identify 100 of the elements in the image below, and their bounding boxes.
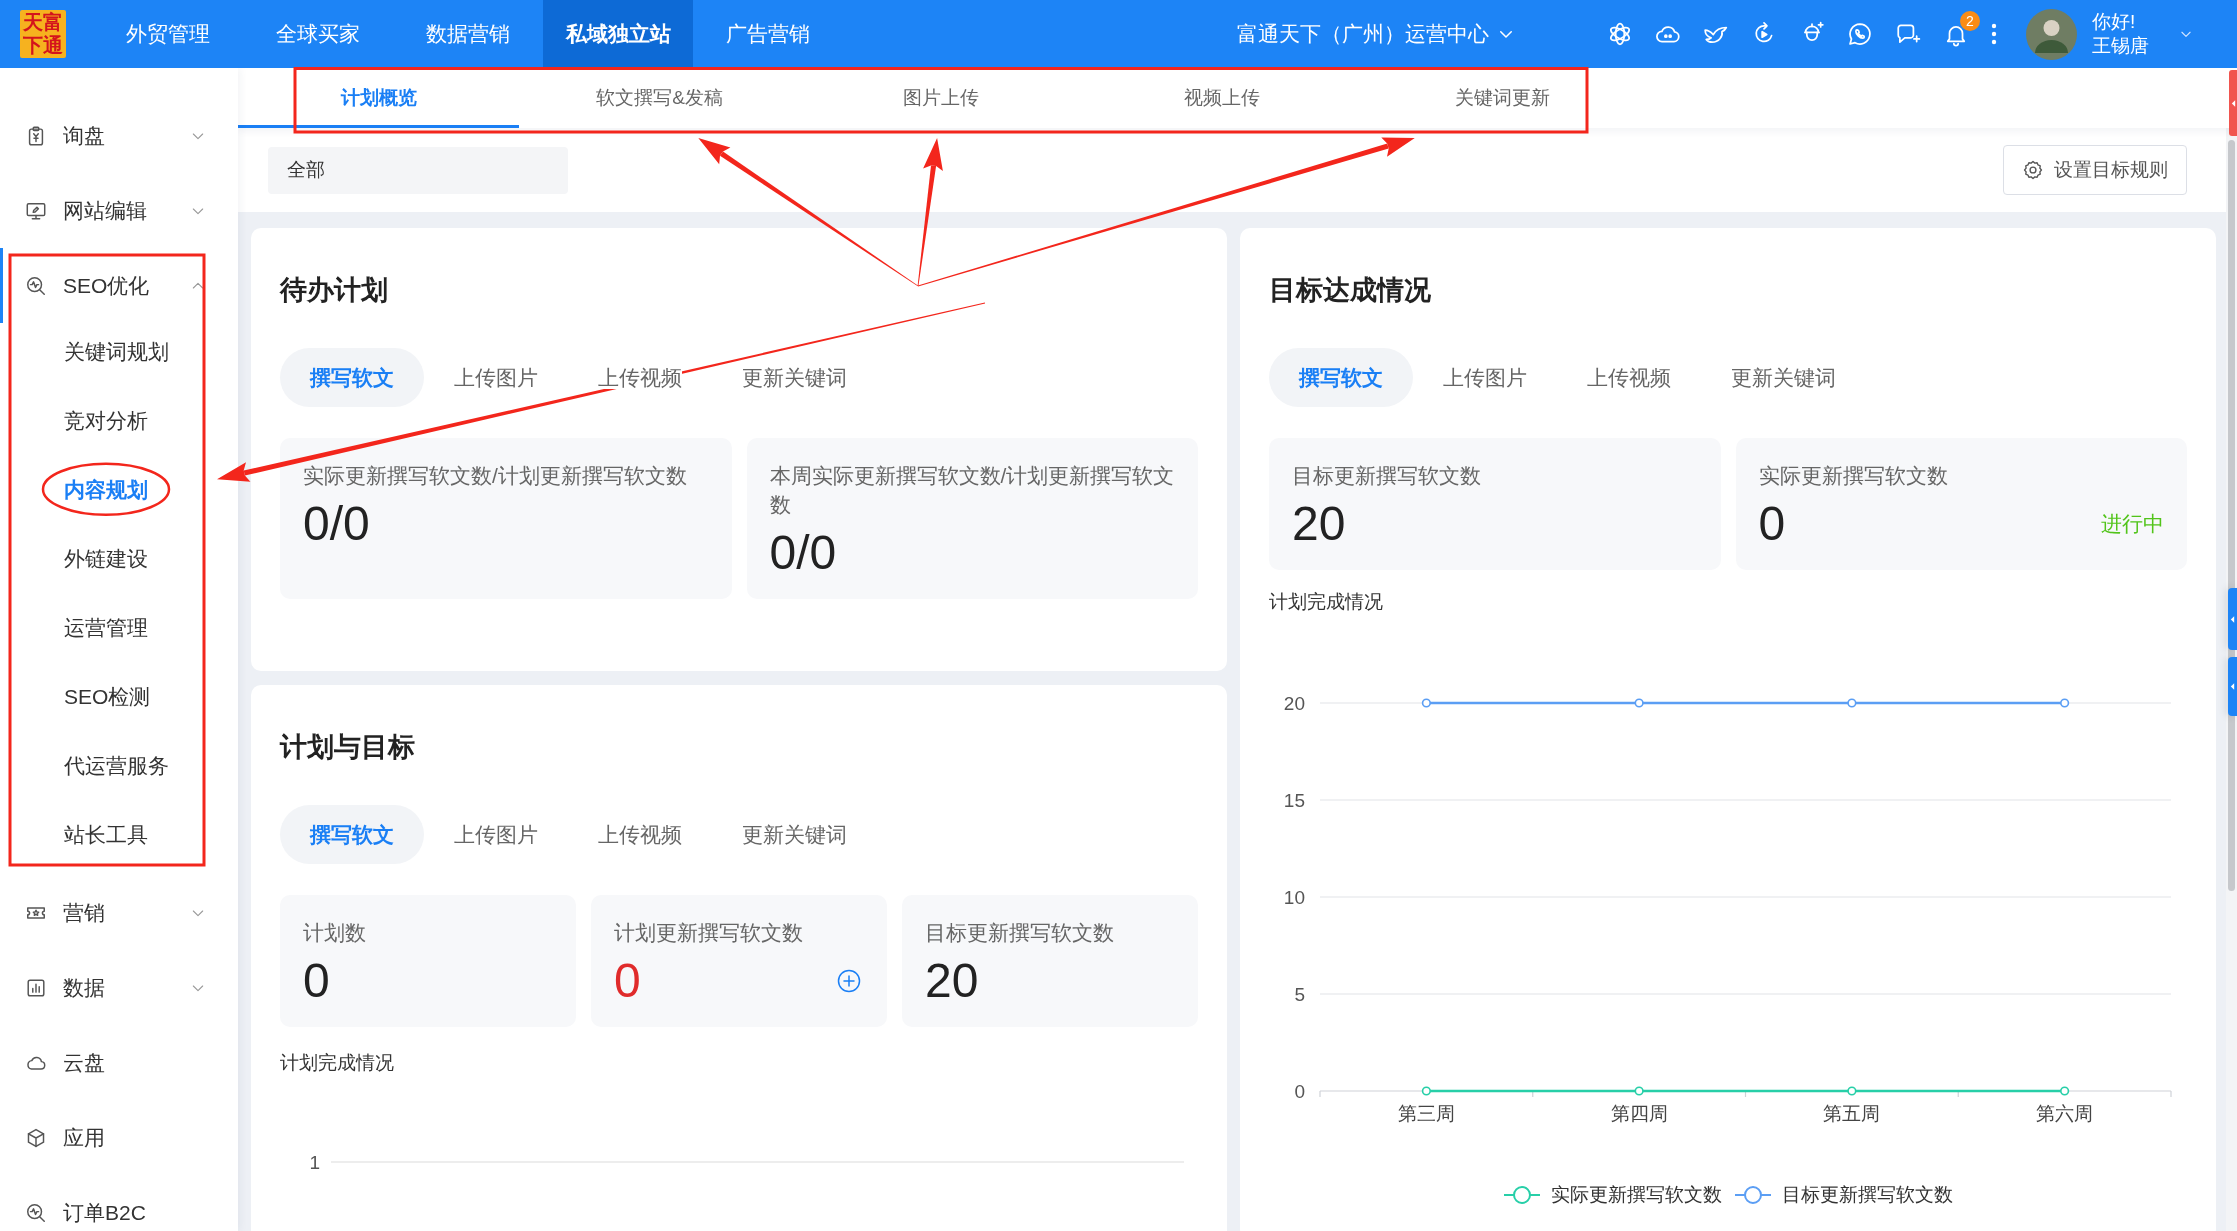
settings-icon [2022, 159, 2044, 181]
stat-value: 0 [303, 954, 330, 1008]
axis-label: 20 [1283, 692, 1305, 714]
category-tab[interactable]: 上传图片 [424, 805, 568, 864]
stat-value: 20 [925, 954, 979, 1008]
data-point [1847, 698, 1857, 708]
nav-menu-item[interactable]: 数据营销 [393, 0, 543, 68]
legend-item[interactable]: 目标更新撰写软文数 [1734, 1181, 1953, 1210]
card-title: 待办计划 [280, 274, 389, 307]
sidebar-subitem[interactable]: 运营管理 [0, 593, 238, 662]
collapse-handle[interactable] [2229, 70, 2237, 136]
sidebar-subitem[interactable]: 内容规划 [0, 455, 238, 524]
target-rule-button[interactable]: 设置目标规则 [2003, 145, 2187, 195]
category-tab[interactable]: 撰写软文 [280, 348, 424, 407]
category-tab[interactable]: 上传视频 [1557, 348, 1701, 407]
user-name: 王锡唐 [2092, 34, 2149, 58]
chart-title: 计划完成情况 [280, 1051, 395, 1075]
sidebar-item[interactable]: 订单B2C [0, 1175, 238, 1231]
stat-label: 实际更新撰写软文数 [1758, 463, 1949, 489]
data-point [1634, 698, 1644, 708]
category-tab[interactable]: 更新关键词 [712, 348, 877, 407]
more-icon[interactable] [1991, 22, 1997, 46]
category-tab[interactable]: 上传图片 [1413, 348, 1557, 407]
stat-value: 0 [614, 954, 641, 1008]
card-title: 目标达成情况 [1269, 274, 1432, 307]
sidebar-item[interactable]: 询盘 [0, 98, 238, 173]
category-tab[interactable]: 撰写软文 [280, 805, 424, 864]
category-tab[interactable]: 上传视频 [568, 805, 712, 864]
org-selector[interactable]: 富通天下（广州）运营中心 [1237, 18, 1515, 50]
data-point [2060, 1086, 2070, 1096]
axis-label: 第五周 [1823, 1102, 1881, 1124]
category-tab[interactable]: 更新关键词 [712, 805, 877, 864]
sidebar-subitem[interactable]: 代运营服务 [0, 731, 238, 800]
pulse-magnifier-icon [25, 274, 47, 297]
legend-item[interactable]: 实际更新撰写软文数 [1503, 1181, 1722, 1210]
caret-icon [2230, 614, 2235, 624]
axis-label: 10 [1283, 886, 1305, 908]
data-point [1634, 1086, 1644, 1096]
page-tab[interactable]: 软文撰写&发稿 [519, 68, 800, 128]
stat-label: 本周实际更新撰写软文数/计划更新撰写软文数 [769, 463, 1175, 518]
axis-label: 第三周 [1397, 1102, 1455, 1124]
stat-value: 20 [1292, 497, 1346, 551]
nav-menu-item[interactable]: 全球买家 [243, 0, 393, 68]
phone-bubble-icon[interactable] [1847, 21, 1873, 47]
status-text: 进行中 [2101, 511, 2164, 538]
axis-label: 15 [1283, 789, 1305, 811]
side-handle[interactable] [2228, 588, 2237, 650]
legend-marker-icon [1734, 1185, 1772, 1206]
sidebar-item[interactable]: 应用 [0, 1100, 238, 1175]
stat-value: 0/0 [769, 526, 837, 580]
data-point [2060, 698, 2070, 708]
sidebar-subitem[interactable]: 外链建设 [0, 524, 238, 593]
stat-value: 0 [1758, 497, 1786, 551]
stat-value: 0/0 [303, 497, 370, 551]
sidebar-item[interactable]: 云盘 [0, 1025, 238, 1100]
page-tab[interactable]: 关键词更新 [1362, 68, 1643, 128]
legend-marker-icon [1503, 1185, 1541, 1206]
category-tab[interactable]: 上传视频 [568, 348, 712, 407]
atom-icon[interactable] [1607, 21, 1633, 47]
data-point [1847, 1086, 1857, 1096]
card-title: 计划与目标 [280, 731, 416, 764]
axis-label: 1 [309, 1151, 320, 1173]
avatar-icon[interactable] [2026, 8, 2077, 60]
caret-icon [2230, 98, 2236, 108]
side-handle[interactable] [2228, 657, 2237, 716]
filter-select[interactable]: 全部 [268, 146, 568, 194]
axis-label: 0 [1294, 1080, 1305, 1102]
sidebar-subitem[interactable]: 竞对分析 [0, 386, 238, 455]
sidebar-subitem[interactable]: SEO检测 [0, 662, 238, 731]
page-tab[interactable]: 图片上传 [800, 68, 1081, 128]
axis-label: 第四周 [1610, 1102, 1668, 1124]
add-icon[interactable] [837, 969, 861, 993]
sidebar-item[interactable]: 营销 [0, 875, 238, 950]
axis-label: 第六周 [2036, 1102, 2094, 1124]
stat-label: 目标更新撰写软文数 [925, 920, 1115, 946]
pulse-magnifier-icon [25, 1201, 47, 1224]
category-tab[interactable]: 上传图片 [424, 348, 568, 407]
stat-label: 目标更新撰写软文数 [1292, 463, 1482, 489]
chart-title: 计划完成情况 [1269, 590, 1384, 614]
caret-icon [2230, 682, 2235, 691]
cube-icon [25, 1126, 47, 1149]
stat-label: 计划更新撰写软文数 [614, 920, 804, 946]
notification-badge: 2 [1960, 11, 1980, 31]
nav-menu-item[interactable]: 外贸管理 [93, 0, 243, 68]
data-point [1421, 1086, 1431, 1096]
sidebar-item[interactable]: 网站编辑 [0, 173, 238, 248]
nav-menu-item[interactable]: 私域独立站 [543, 0, 693, 68]
nav-menu-item[interactable]: 广告营销 [693, 0, 843, 68]
category-tab[interactable]: 撰写软文 [1269, 348, 1413, 407]
stat-label: 计划数 [303, 920, 367, 946]
category-tab[interactable]: 更新关键词 [1701, 348, 1866, 407]
axis-label: 5 [1294, 983, 1305, 1005]
greeting-text: 你好! [2092, 10, 2137, 34]
bar-chart-icon [25, 976, 47, 999]
page-tab[interactable]: 视频上传 [1081, 68, 1362, 128]
sidebar-subitem[interactable]: 站长工具 [0, 800, 238, 869]
sidebar-item[interactable]: 数据 [0, 950, 238, 1025]
data-point [1421, 698, 1431, 708]
page-tab[interactable]: 计划概览 [238, 68, 519, 128]
stat-label: 实际更新撰写软文数/计划更新撰写软文数 [303, 463, 688, 489]
